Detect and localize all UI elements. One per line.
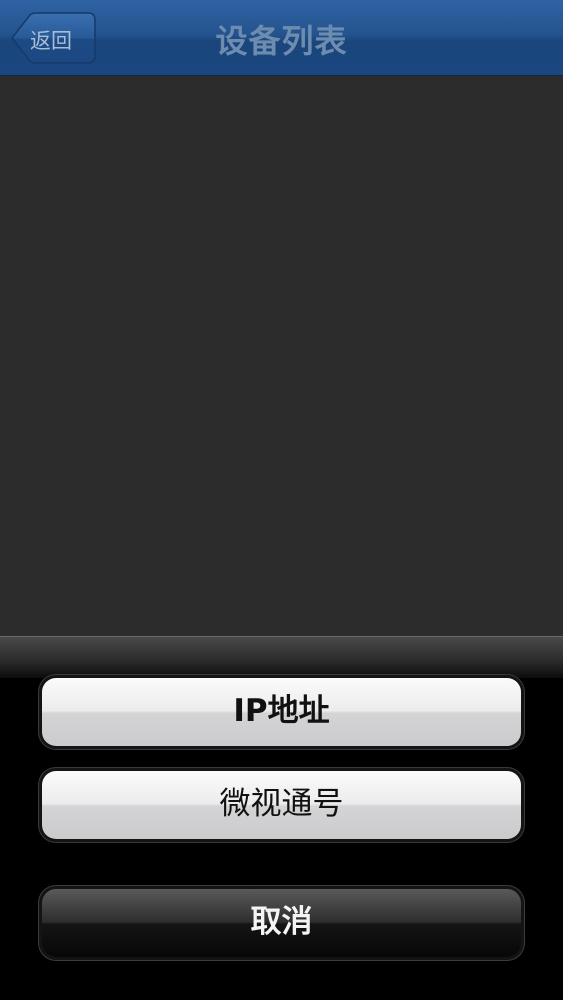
action-sheet: IP地址 微视通号 取消 [0,636,563,1000]
ip-address-button[interactable]: IP地址 [42,678,521,746]
app-screen: 返回 设备列表 IP地址 微视通号 取消 [0,0,563,1000]
device-list-area [0,76,563,636]
page-title: 设备列表 [215,22,348,60]
navigation-bar: 返回 设备列表 [0,0,563,76]
action-sheet-header [0,636,563,678]
cancel-button[interactable]: 取消 [42,889,521,957]
weishitong-number-button[interactable]: 微视通号 [42,771,521,839]
